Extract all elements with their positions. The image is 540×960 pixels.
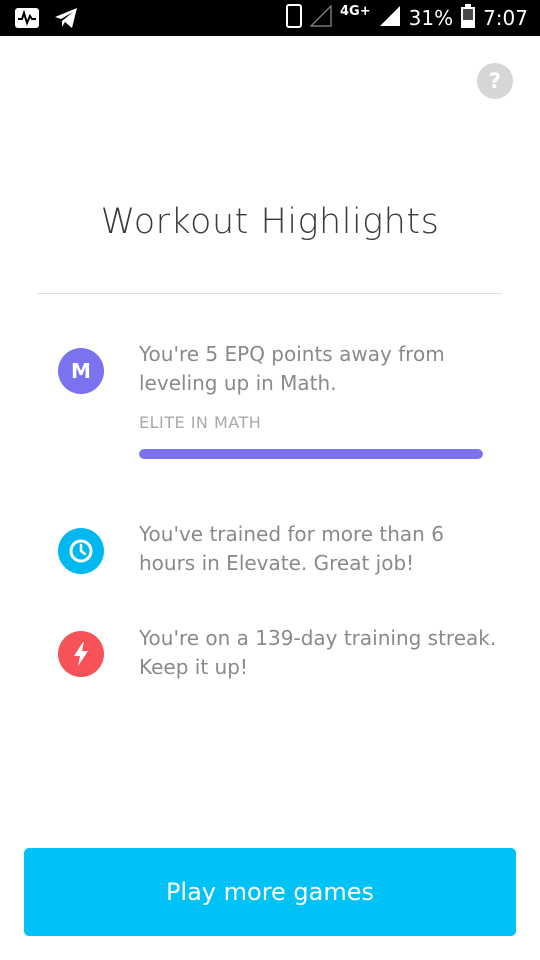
progress-label: ELITE IN MATH [139, 413, 262, 432]
signal-icon [379, 5, 401, 31]
highlight-streak-text: You're on a 139-day training streak. Kee… [139, 626, 497, 679]
battery-percent: 31% [408, 6, 454, 30]
math-icon-letter: M [71, 359, 91, 383]
signal-outline-icon [309, 4, 332, 31]
lightning-icon [58, 631, 104, 677]
progress-bar-fill [139, 449, 483, 459]
telegram-icon [54, 7, 78, 33]
highlight-epq-text: You're 5 EPQ points away from leveling u… [139, 342, 445, 395]
clock-time: 7:07 [483, 6, 528, 30]
battery-icon [461, 4, 476, 32]
math-icon: M [58, 348, 104, 394]
play-more-games-button[interactable]: Play more games [24, 848, 516, 936]
status-bar-left [14, 7, 78, 33]
highlight-hours-text: You've trained for more than 6 hours in … [139, 522, 444, 575]
phone-icon [286, 4, 303, 32]
status-bar: 4G+ 31% 7:07 [0, 0, 540, 36]
page-title: Workout Highlights [100, 202, 440, 242]
activity-icon [14, 7, 40, 33]
clock-icon [58, 528, 104, 574]
status-bar-right: 4G+ 31% 7:07 [286, 0, 528, 36]
title-divider [37, 293, 502, 294]
progress-bar [139, 449, 483, 459]
screen: 4G+ 31% 7:07 ? Workout Highlights M You'… [0, 0, 540, 960]
help-button[interactable]: ? [477, 63, 513, 99]
network-type: 4G+ [340, 3, 371, 19]
